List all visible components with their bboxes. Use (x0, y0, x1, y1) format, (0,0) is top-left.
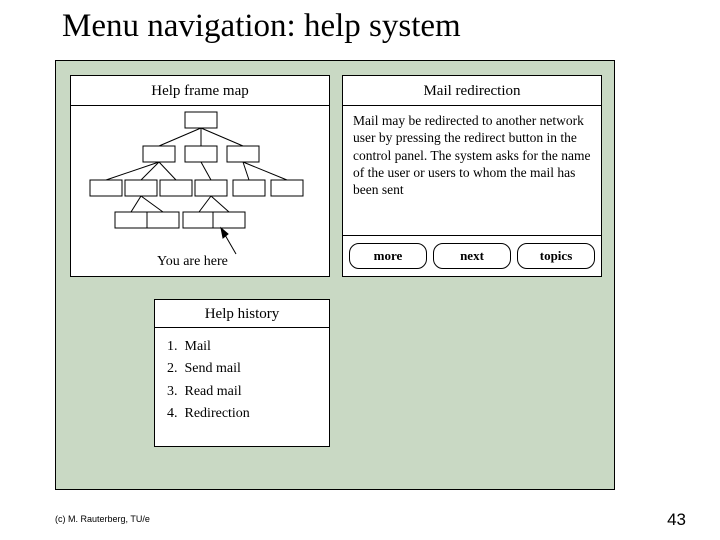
history-item: 1. Mail (167, 336, 317, 358)
mail-redirection-body: Mail may be redirected to another networ… (343, 106, 601, 236)
history-item: 3. Read mail (167, 381, 317, 403)
mail-redirection-title: Mail redirection (343, 76, 601, 106)
figure-area: Help frame map (55, 60, 615, 490)
more-button[interactable]: more (349, 243, 427, 269)
next-button[interactable]: next (433, 243, 511, 269)
help-history-panel: Help history 1. Mail 2. Send mail 3. Rea… (154, 299, 330, 447)
slide-title: Menu navigation: help system (62, 8, 461, 45)
you-are-here-label: You are here (157, 254, 228, 270)
history-item: 4. Redirection (167, 403, 317, 425)
button-row: more next topics (343, 236, 601, 276)
page-number: 43 (667, 510, 686, 530)
mail-redirection-panel: Mail redirection Mail may be redirected … (342, 75, 602, 277)
help-history-title: Help history (155, 300, 329, 328)
help-frame-map-panel: Help frame map (70, 75, 330, 277)
topics-button[interactable]: topics (517, 243, 595, 269)
frame-map-body: You are here (71, 106, 329, 276)
copyright-text: (c) M. Rauterberg, TU/e (55, 514, 150, 524)
history-item: 2. Send mail (167, 358, 317, 380)
help-frame-map-title: Help frame map (71, 76, 329, 106)
help-history-list: 1. Mail 2. Send mail 3. Read mail 4. Red… (155, 328, 329, 434)
tree-diagram (71, 106, 331, 278)
